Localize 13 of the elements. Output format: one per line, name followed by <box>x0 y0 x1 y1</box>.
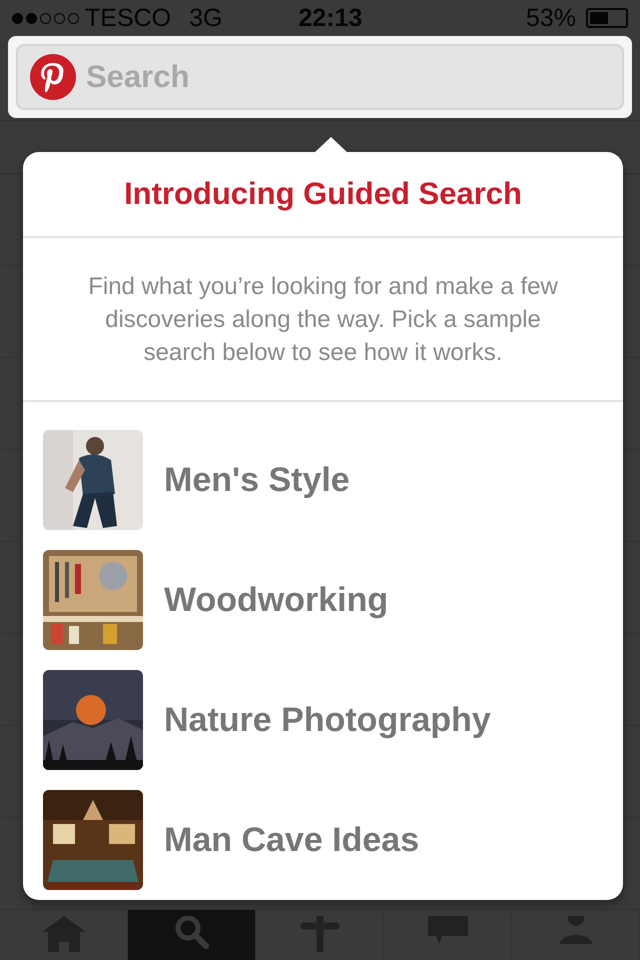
signal-icon <box>12 12 79 24</box>
tab-button[interactable] <box>128 910 256 960</box>
home-icon <box>42 916 86 952</box>
popup-description: Find what you’re looking for and make a few discoveries along the way. Pick a sample search below to see how it works. <box>23 238 623 402</box>
plus-icon <box>298 916 342 952</box>
search-field[interactable]: Search <box>16 44 624 110</box>
battery-icon <box>586 8 628 28</box>
sample-search-item[interactable]: Nature Photography <box>23 660 623 780</box>
sample-search-item[interactable]: Man Cave Ideas <box>23 780 623 900</box>
popup-title: Introducing Guided Search <box>23 152 623 238</box>
sample-search-item[interactable]: Woodworking <box>23 540 623 660</box>
pin-logo-icon <box>30 54 76 100</box>
sample-search-item[interactable]: Men's Style <box>23 420 623 540</box>
